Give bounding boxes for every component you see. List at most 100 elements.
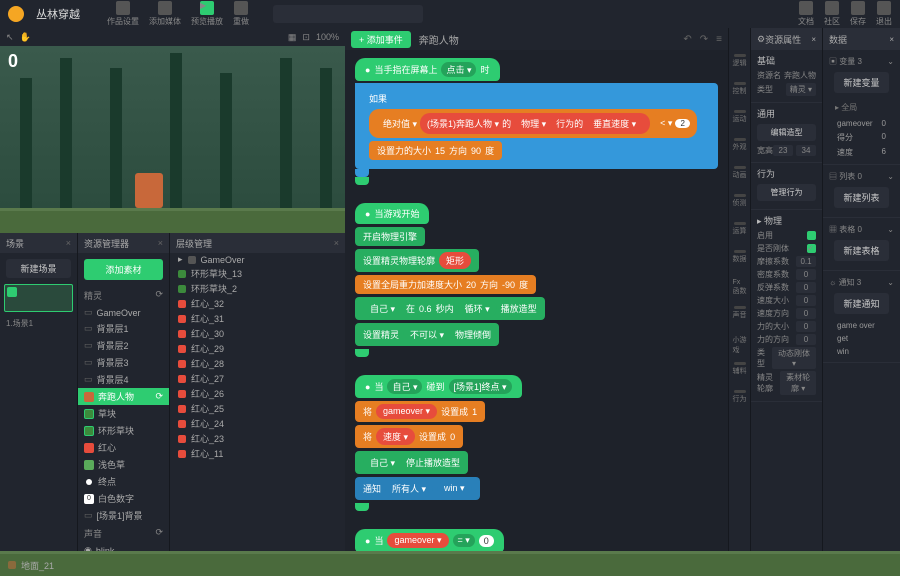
list-item[interactable]: ▭背景层1 (78, 320, 169, 337)
category-运算[interactable]: 运算 (733, 222, 747, 236)
close-icon[interactable]: × (811, 35, 816, 44)
refresh-icon[interactable]: ⟳ (155, 289, 163, 302)
sound-group[interactable]: 声音 (84, 527, 102, 540)
height-input[interactable]: 34 (796, 145, 816, 156)
hand-tool-icon[interactable]: ✋ (20, 32, 31, 43)
undo-icon[interactable]: ↶ (683, 34, 691, 45)
statement-block[interactable]: 通知所有人 ▾win ▾ (355, 477, 480, 500)
width-input[interactable]: 23 (773, 145, 793, 156)
list-item[interactable]: 草块 (78, 405, 169, 422)
menu-icon[interactable]: ≡ (716, 34, 722, 45)
category-声音[interactable]: 声音 (733, 306, 747, 320)
category-侦测[interactable]: 侦测 (733, 194, 747, 208)
chevron-down-icon[interactable]: ⌄ (887, 172, 894, 181)
refresh-icon[interactable]: ⟳ (155, 391, 163, 402)
list-item[interactable]: 环形草块 (78, 422, 169, 439)
force-dir-input[interactable]: 0 (796, 334, 816, 345)
new-notification-button[interactable]: 新建通知 (834, 293, 889, 314)
hero-sprite[interactable] (135, 173, 163, 208)
tree-item[interactable]: 地面_21 (170, 551, 345, 563)
variable-item[interactable]: 得分0 (829, 130, 894, 145)
tree-item[interactable]: 环形草块_2 (170, 281, 345, 296)
category-运动[interactable]: 运动 (733, 110, 747, 124)
outline-dropdown[interactable]: 素材轮廓 ▾ (780, 371, 816, 395)
category-外观[interactable]: 外观 (733, 138, 747, 152)
friction-input[interactable]: 0.1 (796, 256, 816, 267)
category-控制[interactable]: 控制 (733, 82, 747, 96)
event-hat-block[interactable]: ● 当手指在屏幕上点击 ▾时 (355, 58, 500, 81)
add-resource-button[interactable]: 添加素材 (84, 259, 163, 280)
statement-block[interactable]: 将 速度 ▾设置成0 (355, 425, 463, 448)
refresh-icon[interactable]: ⟳ (155, 527, 163, 540)
category-行为[interactable]: 行为 (733, 390, 747, 404)
list-item[interactable]: 终点 (78, 473, 169, 490)
category-Fx函数[interactable]: Fx函数 (733, 278, 747, 292)
tree-item[interactable]: ▸GameOver (170, 253, 345, 266)
statement-block[interactable]: 设置全局重力加速度大小20方向-90度 (355, 275, 536, 294)
type-dropdown[interactable]: 精灵 ▾ (786, 83, 816, 96)
statement-block[interactable]: 开启物理引擎 (355, 227, 425, 246)
tree-item[interactable]: 红心_28 (170, 356, 345, 371)
list-item[interactable]: 浅色草 (78, 456, 169, 473)
tree-item[interactable]: 环形草块_13 (170, 266, 345, 281)
event-hat-block[interactable]: ● 当自己 ▾碰到[场景1]终点 ▾ (355, 375, 522, 398)
exit-button[interactable]: 退出 (876, 1, 892, 27)
edit-model-button[interactable]: 编辑造型 (757, 124, 816, 141)
list-item[interactable]: 红心 (78, 439, 169, 456)
speed-input[interactable]: 0 (796, 295, 816, 306)
preview-play-button[interactable]: ▶预览播放 (191, 1, 223, 27)
statement-block[interactable]: 设置精灵物理轮廓矩形 (355, 249, 479, 272)
chevron-down-icon[interactable]: ⌄ (887, 278, 894, 287)
tree-item[interactable]: 红心_27 (170, 371, 345, 386)
statement-block[interactable]: 自己 ▾在0.6秒内循环 ▾播放造型 (355, 297, 545, 320)
manage-behavior-button[interactable]: 管理行为 (757, 184, 816, 201)
list-item[interactable]: ▭背景层4 (78, 371, 169, 388)
chevron-down-icon[interactable]: ⌄ (887, 225, 894, 234)
variable-item[interactable]: gameover0 (829, 117, 894, 130)
scene-thumbnail[interactable] (4, 284, 73, 312)
speed-dir-input[interactable]: 0 (796, 308, 816, 319)
add-media-button[interactable]: 添加媒体 (149, 1, 181, 27)
tree-item[interactable]: 红心_23 (170, 431, 345, 446)
tree-item[interactable]: 红心_30 (170, 326, 345, 341)
statement-block[interactable]: 设置精灵不可以 ▾物理倾倒 (355, 323, 499, 346)
notification-item[interactable]: game over (829, 319, 894, 332)
list-item[interactable]: ▭GameOver (78, 305, 169, 320)
zoom-level[interactable]: 100% (316, 32, 339, 42)
docs-button[interactable]: 文档 (798, 1, 814, 27)
redo-icon[interactable]: ↷ (700, 34, 708, 45)
category-动画[interactable]: 动画 (733, 166, 747, 180)
variable-item[interactable]: 速度6 (829, 145, 894, 160)
category-数据[interactable]: 数据 (733, 250, 747, 264)
chevron-down-icon[interactable]: ⌄ (887, 57, 894, 66)
category-逻辑[interactable]: 逻辑 (733, 54, 747, 68)
settings-button[interactable]: 作品设置 (107, 1, 139, 27)
event-hat-block[interactable]: ● 当游戏开始 (355, 203, 429, 224)
game-preview[interactable]: 0 (0, 46, 345, 233)
tree-item[interactable]: 红心_32 (170, 296, 345, 311)
body-type-dropdown[interactable]: 动态刚体 ▾ (772, 347, 816, 369)
tree-item[interactable]: 红心_11 (170, 446, 345, 461)
notification-item[interactable]: get (829, 332, 894, 345)
new-table-button[interactable]: 新建表格 (834, 240, 889, 261)
bounce-input[interactable]: 0 (796, 282, 816, 293)
community-button[interactable]: 社区 (824, 1, 840, 27)
list-item[interactable]: ▭背景层2 (78, 337, 169, 354)
add-event-button[interactable]: + 添加事件 (351, 31, 411, 48)
notification-item[interactable]: win (829, 345, 894, 358)
search-input[interactable] (273, 5, 423, 23)
statement-block[interactable]: 设置力的大小15方向90度 (369, 141, 502, 160)
new-scene-button[interactable]: 新建场景 (6, 259, 71, 278)
category-辅料[interactable]: 辅料 (733, 362, 747, 376)
density-input[interactable]: 0 (796, 269, 816, 280)
force-input[interactable]: 0 (796, 321, 816, 332)
rigid-checkbox[interactable]: ✓ (807, 244, 816, 253)
save-button[interactable]: 保存 (850, 1, 866, 27)
tree-item[interactable]: 红心_31 (170, 311, 345, 326)
tree-item[interactable]: 红心_26 (170, 386, 345, 401)
category-小游戏[interactable]: 小游戏 (733, 334, 747, 348)
sprites-group[interactable]: 精灵 (84, 289, 102, 302)
tree-item[interactable]: 红心_29 (170, 341, 345, 356)
new-variable-button[interactable]: 新建变量 (834, 72, 889, 93)
list-item[interactable]: 奔跑人物⟳ (78, 388, 169, 405)
